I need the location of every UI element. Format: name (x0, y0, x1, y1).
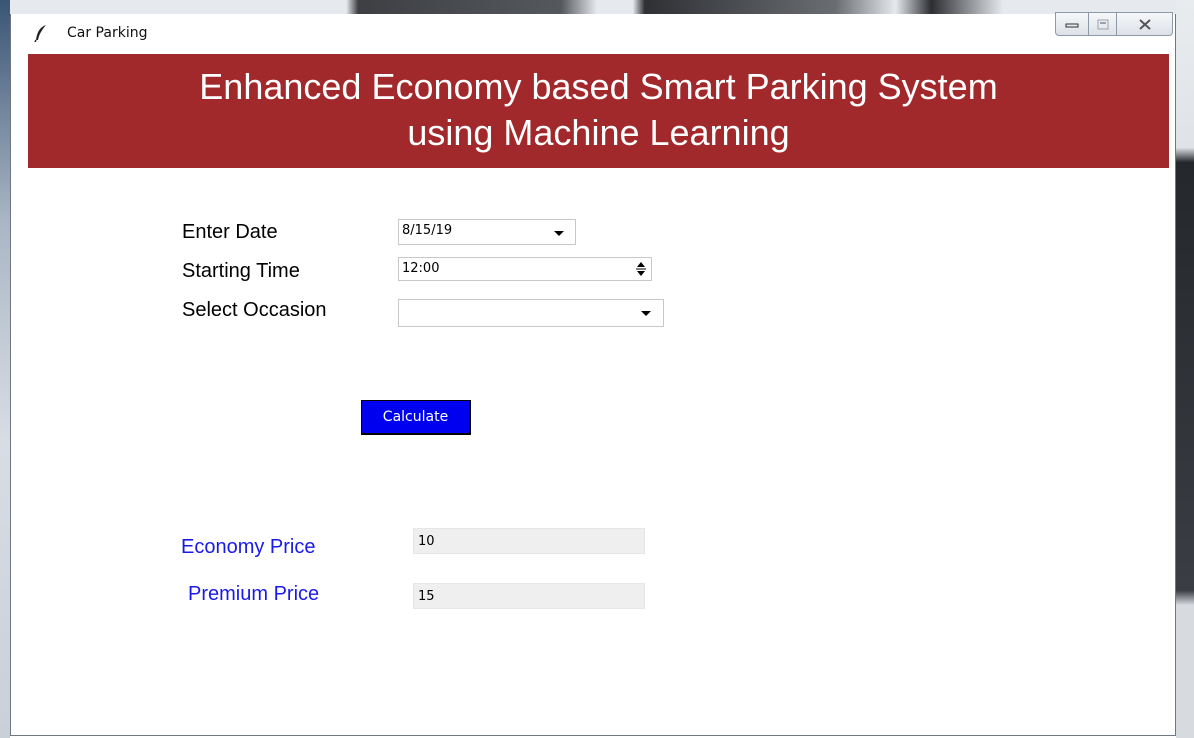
banner-title-line2: using Machine Learning (407, 112, 790, 153)
calculate-button[interactable]: Calculate (361, 400, 471, 435)
date-value: 8/15/19 (402, 223, 453, 238)
close-button[interactable] (1117, 12, 1173, 36)
premium-price-label: Premium Price (188, 583, 320, 605)
header-banner: Enhanced Economy based Smart Parking Sys… (28, 54, 1169, 168)
title-bar[interactable]: Car Parking (11, 12, 1175, 52)
window-title: Car Parking (67, 25, 148, 41)
spinner-arrows-icon[interactable] (635, 260, 647, 278)
chevron-down-icon (554, 231, 564, 236)
time-value: 12:00 (402, 261, 440, 276)
occasion-dropdown[interactable] (398, 299, 664, 327)
time-label: Starting Time (182, 260, 300, 282)
occasion-label: Select Occasion (182, 299, 327, 321)
economy-price-label: Economy Price (181, 536, 316, 558)
maximize-icon (1097, 19, 1108, 29)
maximize-button[interactable] (1089, 12, 1117, 36)
premium-price-field: 15 (413, 583, 645, 609)
date-label: Enter Date (182, 221, 278, 243)
minimize-icon (1065, 23, 1079, 28)
date-picker[interactable]: 8/15/19 (398, 219, 576, 245)
banner-title-line1: Enhanced Economy based Smart Parking Sys… (199, 66, 998, 107)
window-controls (1055, 12, 1173, 36)
economy-price-value: 10 (418, 534, 435, 549)
desktop-background-top (0, 0, 1194, 14)
economy-price-field: 10 (413, 528, 645, 554)
time-spinbox[interactable]: 12:00 (398, 257, 652, 281)
feather-icon (34, 25, 46, 42)
app-window: Car Parking Enhanced Economy based Smart… (10, 12, 1176, 736)
chevron-down-icon (641, 311, 651, 316)
desktop-background-left (0, 0, 10, 738)
minimize-button[interactable] (1055, 12, 1089, 36)
desktop-background-right (1176, 0, 1194, 738)
close-icon (1138, 18, 1151, 30)
premium-price-value: 15 (418, 589, 435, 604)
